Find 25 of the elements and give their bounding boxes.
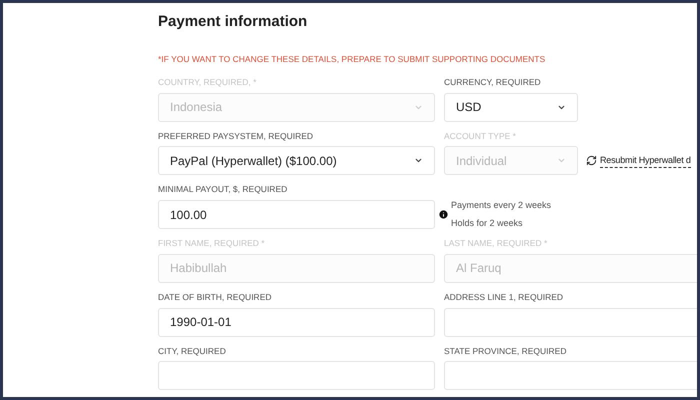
field-label: STATE PROVINCE, REQUIRED — [444, 344, 568, 358]
field-label: MINIMAL PAYOUT, $, REQUIRED — [158, 183, 288, 196]
info-icon — [438, 209, 449, 220]
resubmit-link[interactable]: Resubmit Hyperwallet d — [586, 146, 691, 176]
refresh-icon — [586, 155, 597, 166]
section-title: Payment information — [158, 12, 308, 32]
select-field[interactable]: PayPal (Hyperwallet) ($100.00) — [158, 146, 435, 176]
input-field[interactable]: 1990-01-01 — [158, 308, 435, 336]
field-label: LAST NAME, REQUIRED * — [444, 237, 548, 250]
select-field[interactable]: USD — [444, 92, 578, 122]
input-field[interactable]: 100.00 — [158, 200, 435, 229]
input-field[interactable] — [158, 361, 435, 390]
field-label: ADDRESS LINE 1, REQUIRED — [444, 290, 564, 304]
field-label: ACCOUNT TYPE * — [444, 130, 517, 142]
input-field[interactable] — [444, 308, 697, 336]
info-text: Holds for 2 weeks — [451, 216, 524, 230]
field-label: CITY, REQUIRED — [158, 344, 227, 358]
field-label: DATE OF BIRTH, REQUIRED — [158, 290, 273, 304]
info-text: Payments every 2 weeks — [451, 199, 552, 212]
warning-text: *IF YOU WANT TO CHANGE THESE DETAILS, PREPARE TO SUBMIT SUPPORTING DOCUMENTS — [158, 53, 546, 66]
field-label: FIRST NAME, REQUIRED * — [158, 237, 266, 250]
input-field[interactable] — [444, 361, 697, 390]
field-label: PREFERRED PAYSYSTEM, REQUIRED — [158, 130, 314, 142]
field-label: CURRENCY, REQUIRED — [444, 76, 542, 88]
field-label: COUNTRY, REQUIRED, * — [158, 76, 258, 88]
